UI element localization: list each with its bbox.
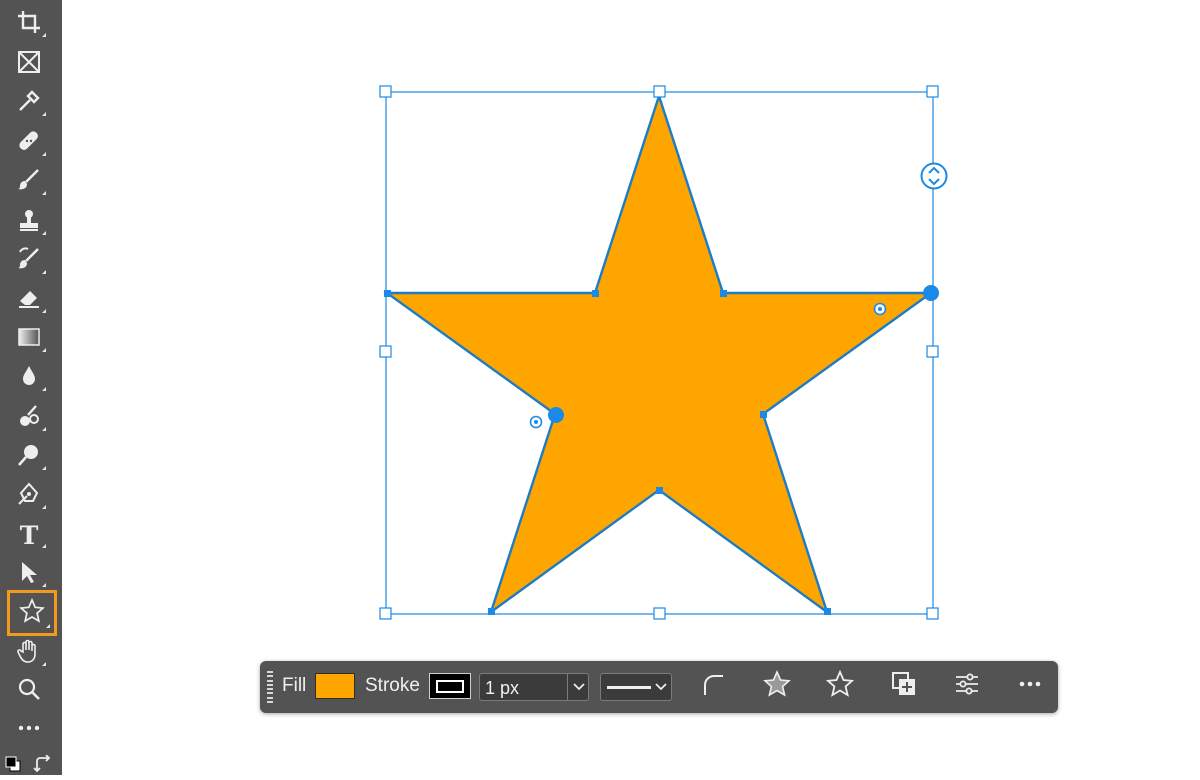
brush-icon (16, 167, 42, 198)
contextual-task-bar: Fill Stroke 1 px (260, 661, 1058, 713)
more-options-button[interactable] (1013, 671, 1047, 703)
handle-top-center[interactable] (653, 85, 666, 98)
star-fill-button[interactable] (760, 669, 794, 705)
stroke-style-preview (607, 686, 651, 689)
selected-anchor-point[interactable] (923, 285, 939, 301)
dodge-icon (16, 442, 42, 473)
gradient-tool[interactable] (8, 321, 50, 357)
zoom-tool[interactable] (8, 673, 50, 709)
more-options-icon (1015, 669, 1045, 705)
stroke-color-swatch[interactable] (429, 673, 471, 699)
handle-middle-left[interactable] (379, 345, 392, 358)
pen-icon (16, 481, 42, 512)
rotate-handle-icon[interactable] (920, 162, 948, 190)
handle-top-left[interactable] (379, 85, 392, 98)
document-canvas[interactable] (62, 0, 1200, 775)
eraser-icon (16, 285, 42, 316)
handle-middle-right[interactable] (926, 345, 939, 358)
path-selection-icon (16, 559, 42, 590)
default-colors-icon[interactable] (4, 755, 24, 775)
stroke-width-dropdown[interactable]: 1 px (479, 673, 589, 701)
drag-grip-icon[interactable] (267, 671, 273, 703)
add-shape-icon (889, 669, 919, 705)
gradient-icon (16, 324, 42, 355)
star-outline-button[interactable] (823, 669, 857, 705)
healing-brush-icon (16, 128, 42, 159)
clone-stamp-tool[interactable] (8, 204, 50, 240)
frame-icon (16, 49, 42, 80)
stroke-width-value[interactable]: 1 px (485, 678, 519, 699)
chevron-down-icon[interactable] (572, 679, 586, 701)
pen-tool[interactable] (8, 478, 50, 514)
shape-tool-star[interactable] (7, 590, 57, 636)
more-tools[interactable] (8, 712, 50, 748)
path-selection-tool[interactable] (8, 556, 50, 592)
blur-tool[interactable] (8, 360, 50, 396)
anchor-point[interactable] (592, 290, 599, 297)
properties-button[interactable] (950, 671, 984, 703)
anchor-point[interactable] (760, 411, 767, 418)
clone-stamp-icon (16, 207, 42, 238)
sponge-icon (16, 403, 42, 434)
more-tools-icon (16, 715, 42, 746)
anchor-point[interactable] (824, 608, 831, 615)
crop-icon (16, 9, 42, 40)
star-shape-icon (18, 597, 46, 629)
frame-tool[interactable] (8, 46, 50, 82)
crop-tool[interactable] (8, 6, 50, 42)
star-outline-icon (825, 669, 855, 705)
history-brush-tool[interactable] (8, 243, 50, 279)
tools-panel: T (0, 0, 63, 775)
round-corners-icon (699, 669, 729, 705)
anchor-point[interactable] (720, 290, 727, 297)
stroke-style-dropdown[interactable] (600, 673, 672, 701)
type-tool[interactable]: T (8, 517, 50, 553)
blur-icon (16, 363, 42, 394)
healing-brush-tool[interactable] (8, 125, 50, 161)
history-brush-icon (16, 246, 42, 277)
round-corners-button[interactable] (697, 671, 731, 703)
star-fill-icon (762, 669, 792, 705)
handle-bottom-right[interactable] (926, 607, 939, 620)
hand-tool[interactable] (8, 635, 50, 671)
anchor-point[interactable] (656, 487, 663, 494)
stroke-label: Stroke (365, 675, 420, 696)
handle-top-right[interactable] (926, 85, 939, 98)
eyedropper-tool[interactable] (8, 85, 50, 121)
swap-colors-icon[interactable] (33, 754, 53, 775)
handle-bottom-left[interactable] (379, 607, 392, 620)
hand-icon (16, 638, 42, 669)
add-shape-button[interactable] (887, 671, 921, 703)
zoom-icon (16, 676, 42, 707)
chevron-down-icon[interactable] (654, 679, 668, 701)
sponge-tool[interactable] (8, 400, 50, 436)
fill-color-swatch[interactable] (315, 673, 355, 699)
brush-tool[interactable] (8, 164, 50, 200)
shape-layer[interactable] (62, 0, 1200, 775)
eyedropper-icon (16, 88, 42, 119)
anchor-point[interactable] (488, 608, 495, 615)
eraser-tool[interactable] (8, 282, 50, 318)
properties-sliders-icon (952, 669, 982, 705)
star-shape[interactable] (383, 92, 935, 616)
fill-label: Fill (282, 675, 307, 696)
handle-bottom-center[interactable] (653, 607, 666, 620)
type-icon: T (19, 520, 39, 550)
anchor-point[interactable] (384, 290, 391, 297)
selected-anchor-point[interactable] (548, 407, 564, 423)
dodge-tool[interactable] (8, 439, 50, 475)
